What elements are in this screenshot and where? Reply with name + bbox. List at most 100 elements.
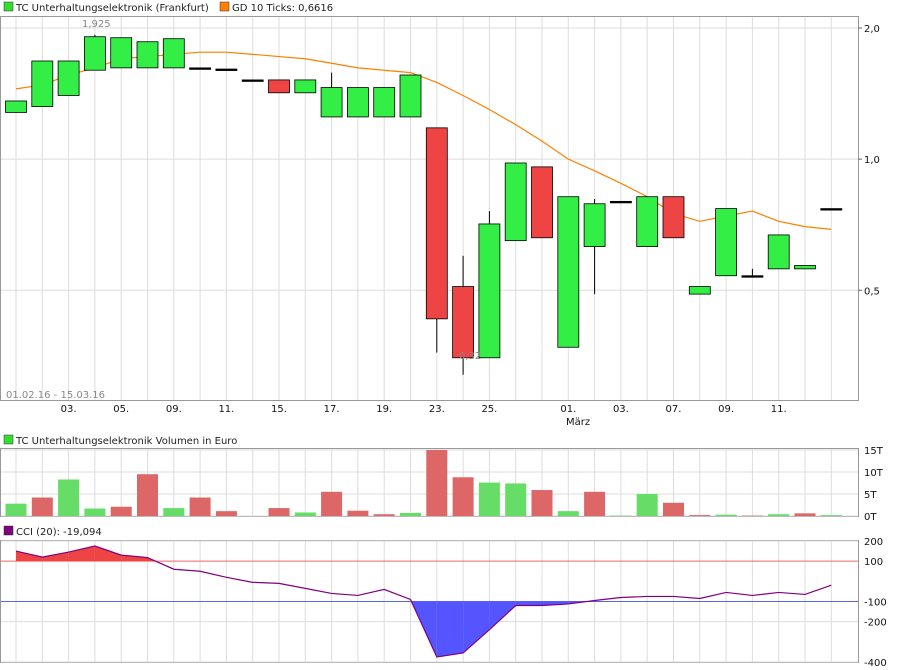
x-axis: 03. 05. 09. 11. 15. 17. 19. 23. 25. 01. 03. 07. 09. 1… — [61, 404, 787, 415]
candle-body — [5, 100, 27, 113]
candle-body — [373, 87, 396, 118]
x-tick-label: 25. — [481, 404, 497, 415]
volume-bar — [820, 515, 842, 516]
volume-bar — [347, 510, 369, 516]
candle-body — [189, 67, 212, 70]
cci-y-tick-label: -200 — [864, 618, 887, 629]
volume-bar — [189, 497, 211, 516]
volume-y-axis: 15T 10T 5T 0T — [864, 446, 884, 523]
volume-bar — [531, 490, 553, 516]
candle-body — [504, 162, 527, 242]
cci-y-tick-label: 200 — [864, 537, 883, 548]
volume-bar — [557, 511, 579, 516]
cci-legend-label: CCI (20): -19,094 — [16, 527, 102, 538]
candle-body — [268, 79, 290, 94]
candle-body — [531, 166, 553, 239]
price-y-tick-label: 0,5 — [864, 286, 880, 297]
legend-swatch-ma — [219, 1, 230, 12]
x-tick-label: 11. — [218, 404, 234, 415]
candle-body — [741, 275, 764, 278]
volume-y-tick-label: 5T — [864, 490, 877, 501]
volume-bar — [84, 508, 106, 516]
candle-body — [320, 87, 343, 118]
volume-y-tick-label: 0T — [864, 512, 877, 523]
volume-bar — [373, 514, 395, 516]
candle-body — [425, 127, 448, 320]
legend-label-ma: GD 10 Ticks: 0,6616 — [232, 3, 333, 14]
candle-body — [583, 203, 606, 247]
volume-bar — [768, 514, 790, 516]
volume-bar — [794, 513, 816, 516]
candle-body — [136, 41, 159, 69]
candle-body — [557, 196, 580, 348]
price-y-tick-label: 1,0 — [864, 155, 880, 166]
candle-body — [162, 38, 185, 69]
candle-body — [110, 37, 133, 69]
candle-body — [478, 223, 501, 359]
volume-bar — [426, 450, 448, 516]
date-range-label: 01.02.16 - 15.03.16 — [6, 390, 105, 401]
volume-bar — [215, 511, 237, 516]
cci-oversold-fill — [515, 601, 542, 606]
x-sublabel-maerz: März — [566, 417, 590, 428]
x-tick-label: 01. — [560, 404, 576, 415]
volume-bar — [505, 483, 527, 516]
volume-bar — [110, 506, 132, 516]
volume-bar — [400, 512, 421, 516]
x-tick-label: 09. — [718, 404, 734, 415]
volume-legend-label: TC Unterhaltungselektronik Volumen in Eu… — [15, 436, 237, 447]
cci-y-axis: 200 100 -100 -200 -400 — [864, 537, 887, 669]
cci-y-tick-label: -400 — [864, 658, 887, 669]
candle-body — [636, 196, 659, 247]
candle-body — [31, 60, 54, 108]
candle-body — [346, 87, 369, 118]
volume-legend-swatch — [3, 434, 14, 445]
price-y-tick-label: 2,0 — [864, 24, 880, 35]
candle-body — [215, 68, 238, 71]
volume-bar — [636, 494, 658, 516]
candle-body — [241, 79, 264, 82]
x-tick-label: 03. — [613, 404, 629, 415]
candle-body — [84, 36, 106, 71]
volume-bar — [294, 512, 316, 516]
cci-oversold-fill — [436, 601, 464, 657]
volume-y-tick-label: 15T — [864, 446, 884, 457]
volume-bar — [715, 514, 737, 516]
volume-bar — [31, 497, 53, 516]
x-tick-label: 15. — [271, 404, 287, 415]
candle-body — [610, 200, 632, 204]
volume-bar — [5, 503, 27, 516]
cci-y-tick-label: -100 — [864, 598, 887, 609]
cci-legend-swatch — [3, 525, 14, 536]
x-tick-label: 03. — [61, 404, 77, 415]
volume-bar — [137, 474, 158, 516]
candle-body — [399, 74, 422, 118]
x-tick-label: 09. — [166, 404, 182, 415]
candle-body — [820, 208, 843, 211]
x-tick-label: 23. — [429, 404, 445, 415]
legend-swatch-price — [3, 1, 14, 12]
volume-y-tick-label: 10T — [864, 468, 884, 479]
candle-body — [688, 286, 711, 295]
candle-body — [794, 265, 816, 270]
volume-bar — [478, 482, 500, 516]
x-tick-label: 11. — [771, 404, 787, 415]
candle-body — [57, 60, 80, 96]
x-tick-label: 05. — [113, 404, 129, 415]
x-tick-label: 17. — [324, 404, 340, 415]
stock-chart: 2,0 1,0 0,5 03. 05. 09. 11. 15. 17. 19. 23. 25. 01.… — [0, 1, 887, 669]
volume-bar — [663, 502, 684, 516]
low-annotation: 0,32 — [459, 351, 481, 362]
candle-body — [452, 286, 475, 359]
legend-label-price: TC Unterhaltungselektronik (Frankfurt) — [15, 3, 209, 14]
x-tick-label: 07. — [666, 404, 682, 415]
candle-body — [294, 79, 317, 94]
volume-bar — [689, 515, 711, 516]
volume-bar — [58, 479, 80, 516]
high-annotation: 1,925 — [82, 19, 111, 30]
candle-body — [715, 208, 737, 277]
volume-bar — [452, 477, 474, 516]
volume-bar — [268, 508, 290, 516]
price-y-axis: 2,0 1,0 0,5 — [858, 24, 880, 297]
volume-bar — [163, 508, 185, 516]
